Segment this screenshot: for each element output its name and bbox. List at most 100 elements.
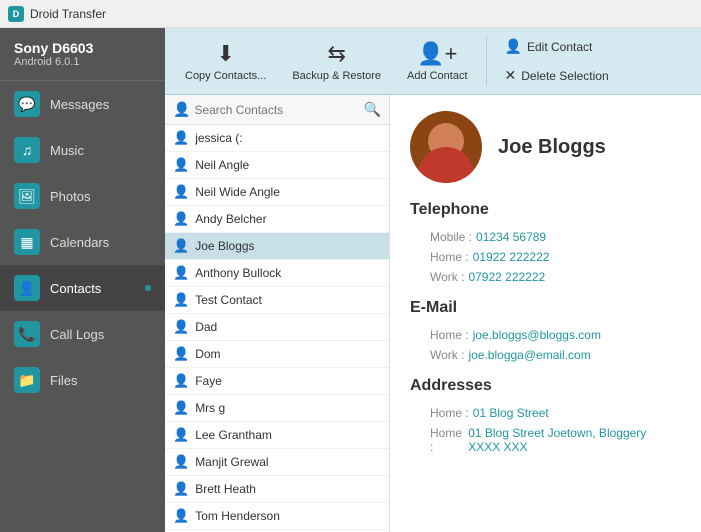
list-item[interactable]: 👤 Neil Wide Angle (165, 179, 389, 206)
contact-item-name: Anthony Bullock (195, 266, 281, 280)
panels: 👤 🔍 👤jessica (:👤Neil Angle👤Neil Wide Ang… (165, 95, 701, 532)
copy-label: Copy Contacts... (185, 70, 266, 82)
address-home2-row: Home : 01 Blog Street Joetown, Bloggery … (410, 423, 681, 457)
contact-item-name: jessica (: (195, 131, 242, 145)
list-item[interactable]: 👤Joe Bloggs (165, 233, 389, 260)
person-icon: 👤 (173, 346, 189, 362)
music-icon: ♫ (14, 137, 40, 163)
person-icon: 👤 (173, 454, 189, 470)
files-icon: 📁 (14, 367, 40, 393)
phone-home-label: Home : (430, 250, 469, 264)
search-input[interactable] (194, 103, 359, 117)
sidebar-item-calendars[interactable]: ▦ Calendars (0, 219, 165, 265)
email-work-row: Work : joe.blogga@email.com (410, 345, 681, 365)
list-item[interactable]: 👤Lee Grantham (165, 422, 389, 449)
backup-label: Backup & Restore (292, 70, 381, 82)
calendars-icon: ▦ (14, 229, 40, 255)
phone-work-row: Work : 07922 222222 (410, 267, 681, 287)
person-icon: 👤 (173, 265, 189, 281)
delete-label: Delete Selection (521, 69, 608, 83)
contact-item-name: Faye (195, 374, 222, 388)
app-layout: Sony D6603 Android 6.0.1 💬 Messages ♫ Mu… (0, 28, 701, 532)
address-home1-label: Home : (430, 406, 469, 420)
person-icon: 👤 (173, 373, 189, 389)
email-home-label: Home : (430, 328, 469, 342)
phone-mobile-row: Mobile : 01234 56789 (410, 227, 681, 247)
avatar (410, 111, 482, 183)
add-contact-button[interactable]: 👤+ Add Contact (399, 37, 476, 86)
person-icon: 👤 (173, 508, 189, 524)
contact-item-name: Neil Wide Angle (195, 185, 280, 199)
contact-item-name: Manjit Grewal (195, 455, 268, 469)
sidebar-item-calllogs[interactable]: 📞 Call Logs (0, 311, 165, 357)
list-item[interactable]: 👤 Faye (165, 368, 389, 395)
person-search-icon: 👤 (173, 101, 190, 118)
sidebar: Sony D6603 Android 6.0.1 💬 Messages ♫ Mu… (0, 28, 165, 532)
person-icon: 👤 (173, 184, 189, 200)
person-icon: 👤 (173, 130, 189, 146)
contact-item-name: Lee Grantham (195, 428, 272, 442)
edit-label: Edit Contact (527, 40, 592, 54)
backup-restore-button[interactable]: ⇆ Backup & Restore (284, 37, 389, 86)
contact-item-name: Tom Henderson (195, 509, 280, 523)
add-label: Add Contact (407, 70, 468, 82)
toolbar-divider (486, 36, 487, 86)
contact-item-name: Brett Heath (195, 482, 256, 496)
email-section: E-Mail Home : joe.bloggs@bloggs.com Work… (410, 299, 681, 365)
app-icon: D (8, 6, 24, 22)
edit-contact-button[interactable]: 👤 Edit Contact (497, 34, 617, 59)
list-item[interactable]: 👤 Test Contact (165, 287, 389, 314)
email-home-row: Home : joe.bloggs@bloggs.com (410, 325, 681, 345)
contacts-active-dot (145, 285, 151, 291)
person-icon: 👤 (173, 211, 189, 227)
list-item[interactable]: 👤 Tom Henderson (165, 503, 389, 530)
person-icon: 👤 (173, 157, 189, 173)
phone-mobile-value: 01234 56789 (476, 230, 546, 244)
email-title: E-Mail (410, 299, 681, 317)
phone-mobile-label: Mobile : (430, 230, 472, 244)
list-item[interactable]: 👤Dom (165, 341, 389, 368)
address-home2-label: Home : (430, 426, 464, 454)
list-item[interactable]: 👤Mrs g (165, 395, 389, 422)
content-area: ⬇ Copy Contacts... ⇆ Backup & Restore 👤+… (165, 28, 701, 532)
list-item[interactable]: 👤Neil Angle (165, 152, 389, 179)
list-item[interactable]: 👤Dad (165, 314, 389, 341)
device-os: Android 6.0.1 (14, 56, 151, 68)
toolbar-right: 👤 Edit Contact ✕ Delete Selection (497, 34, 617, 88)
contact-item-name: Andy Belcher (195, 212, 266, 226)
person-icon: 👤 (173, 481, 189, 497)
sidebar-item-files[interactable]: 📁 Files (0, 357, 165, 403)
address-home1-row: Home : 01 Blog Street (410, 403, 681, 423)
sidebar-item-music[interactable]: ♫ Music (0, 127, 165, 173)
detail-panel: Joe Bloggs Telephone Mobile : 01234 5678… (390, 95, 701, 532)
copy-contacts-button[interactable]: ⬇ Copy Contacts... (177, 37, 274, 86)
list-item[interactable]: 👤 Brett Heath (165, 476, 389, 503)
sidebar-label-photos: Photos (50, 189, 90, 204)
sidebar-label-calllogs: Call Logs (50, 327, 104, 342)
list-item[interactable]: 👤 Andy Belcher (165, 206, 389, 233)
sidebar-item-photos[interactable]: 🖼 Photos (0, 173, 165, 219)
calllogs-icon: 📞 (14, 321, 40, 347)
contact-item-name: Mrs g (195, 401, 225, 415)
add-icon: 👤+ (417, 41, 457, 67)
photos-icon: 🖼 (14, 183, 40, 209)
sidebar-label-files: Files (50, 373, 77, 388)
addresses-title: Addresses (410, 377, 681, 395)
sidebar-item-messages[interactable]: 💬 Messages (0, 81, 165, 127)
list-item[interactable]: 👤 Anthony Bullock (165, 260, 389, 287)
contact-item-name: Test Contact (195, 293, 262, 307)
delete-selection-button[interactable]: ✕ Delete Selection (497, 63, 617, 88)
sidebar-label-contacts: Contacts (50, 281, 101, 296)
contact-list: 👤jessica (:👤Neil Angle👤Neil Wide Angle👤A… (165, 125, 389, 532)
list-item[interactable]: 👤 Manjit Grewal (165, 449, 389, 476)
person-icon: 👤 (173, 292, 189, 308)
app-title: Droid Transfer (30, 7, 106, 21)
toolbar: ⬇ Copy Contacts... ⇆ Backup & Restore 👤+… (165, 28, 701, 95)
address-home1-value: 01 Blog Street (473, 406, 549, 420)
sidebar-item-contacts[interactable]: 👤 Contacts (0, 265, 165, 311)
contact-list-panel: 👤 🔍 👤jessica (:👤Neil Angle👤Neil Wide Ang… (165, 95, 390, 532)
phone-work-label: Work : (430, 270, 464, 284)
telephone-title: Telephone (410, 201, 681, 219)
list-item[interactable]: 👤 jessica (: (165, 125, 389, 152)
titlebar: D Droid Transfer (0, 0, 701, 28)
